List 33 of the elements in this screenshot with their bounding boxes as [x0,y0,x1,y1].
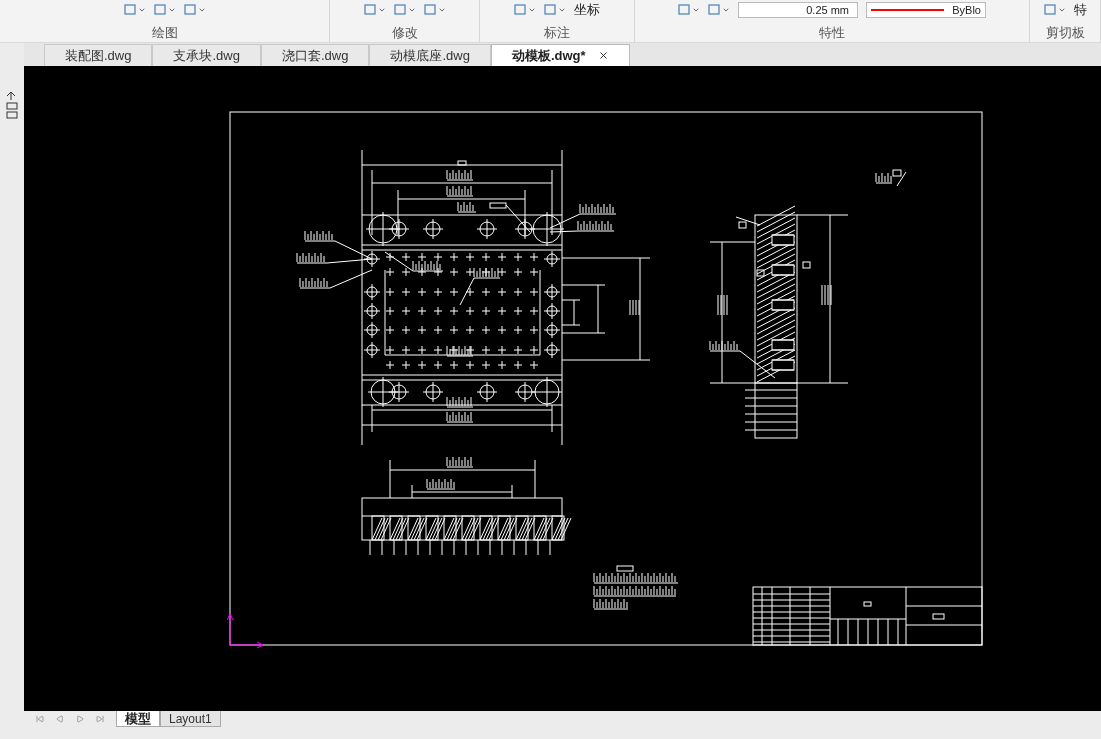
document-tab[interactable]: 支承块.dwg [152,44,261,66]
first-tab-icon[interactable] [36,715,44,723]
tool-icon[interactable] [423,3,446,16]
panel-label: 修改 [391,23,418,42]
panel-label: 标注 [544,23,570,42]
tool-icon[interactable] [678,3,700,16]
panel-label: 剪切板 [1045,23,1085,42]
ribbon-button[interactable]: 特 [1073,3,1087,17]
document-tab[interactable]: 动模板.dwg* [490,44,630,66]
color-dropdown[interactable]: ByBlo [866,1,986,18]
close-icon[interactable] [597,50,609,61]
layout-tab[interactable]: Layout1 [160,711,221,727]
document-tab[interactable]: 装配图.dwg [44,44,153,66]
document-tab[interactable]: 浇口套.dwg [260,44,370,66]
tool-icon[interactable] [514,3,536,16]
next-tab-icon[interactable] [76,715,84,723]
sheet-set-icon[interactable] [5,90,19,120]
last-tab-icon[interactable] [96,715,104,723]
ribbon-button[interactable]: 坐标 [574,3,600,17]
lineweight-dropdown[interactable]: 0.25 mm [738,1,858,18]
tool-icon[interactable] [123,3,146,16]
tool-icon[interactable] [363,3,386,16]
prev-tab-icon[interactable] [56,715,64,723]
tool-icon[interactable] [183,3,206,16]
panel-label: 绘图 [151,23,178,42]
document-tab[interactable]: 动模底座.dwg [369,44,491,66]
panel-label: 特性 [819,23,845,42]
tool-icon[interactable] [708,3,730,16]
tool-icon[interactable] [153,3,176,16]
tool-icon[interactable] [1043,3,1066,16]
tool-icon[interactable] [393,3,416,16]
tool-icon[interactable] [544,3,566,16]
layout-tab[interactable]: 模型 [116,711,160,727]
